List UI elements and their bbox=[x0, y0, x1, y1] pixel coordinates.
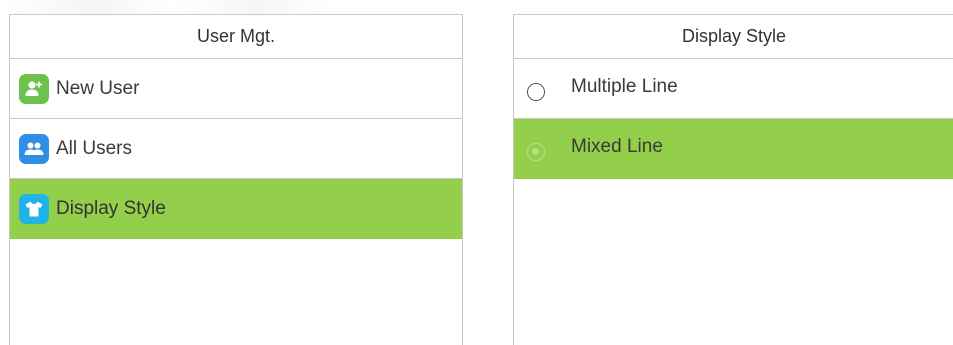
menu-item-display-style[interactable]: Display Style bbox=[10, 179, 462, 239]
option-label: Mixed Line bbox=[571, 135, 663, 157]
menu-item-all-users[interactable]: All Users bbox=[10, 119, 462, 179]
menu-item-label: All Users bbox=[56, 137, 133, 159]
users-icon bbox=[19, 133, 49, 164]
user-mgt-panel: User Mgt. New User All Users Display Sty… bbox=[9, 14, 463, 345]
option-mixed-line[interactable]: Mixed Line bbox=[514, 119, 953, 179]
radio-checked-icon[interactable] bbox=[527, 142, 545, 161]
display-style-panel: Display Style Multiple Line Mixed Line bbox=[513, 14, 953, 345]
shirt-icon bbox=[19, 193, 49, 224]
add-user-icon bbox=[19, 73, 49, 104]
menu-item-new-user[interactable]: New User bbox=[10, 59, 462, 119]
option-multiple-line[interactable]: Multiple Line bbox=[514, 59, 953, 119]
screen: User Mgt. New User All Users Display Sty… bbox=[0, 0, 953, 345]
panel-title: User Mgt. bbox=[10, 15, 462, 59]
panel-title: Display Style bbox=[514, 15, 953, 59]
option-label: Multiple Line bbox=[571, 75, 678, 97]
menu-item-label: Display Style bbox=[56, 197, 166, 219]
top-edge-fade bbox=[0, 0, 953, 14]
radio-unchecked-icon[interactable] bbox=[527, 82, 545, 101]
menu-item-label: New User bbox=[56, 77, 140, 99]
